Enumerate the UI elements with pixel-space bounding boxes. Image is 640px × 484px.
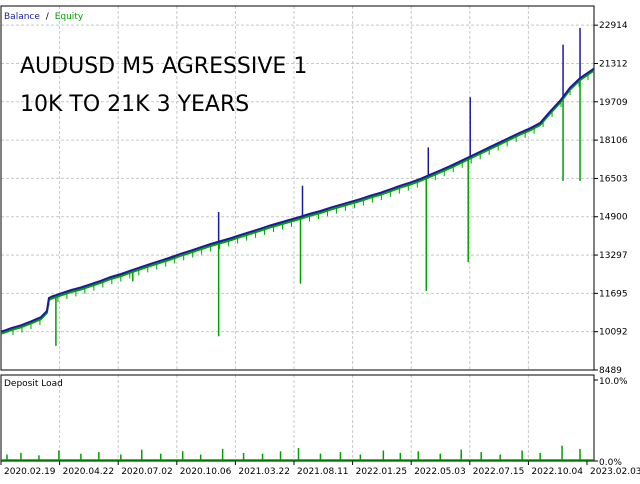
x-tick-label: 2022.10.04 (531, 467, 583, 477)
y-tick-label: 22914 (599, 21, 628, 31)
y-tick-label: 18106 (599, 136, 628, 146)
deposit-load-title: Deposit Load (4, 379, 63, 389)
strategy-tester-graph: 8489 10092 11695 13297 14900 16503 18106 19709 2… (0, 0, 640, 480)
y-tick-label: 19709 (599, 98, 628, 108)
annotation-line-1: AUDUSD M5 AGRESSIVE 1 (20, 54, 307, 79)
y-tick-label: 10092 (599, 328, 628, 338)
deposit-load-frame (0, 374, 595, 462)
deposit-load-series (1, 445, 594, 461)
x-tick-label: 2020.02.19 (4, 467, 56, 477)
deposit-load-tick-label: 10.0% (599, 377, 628, 387)
y-tick-label: 13297 (599, 251, 628, 261)
y-tick-label: 14900 (599, 213, 628, 223)
y-tick-label: 16503 (599, 174, 628, 184)
x-tick-label: 2022.05.03 (414, 467, 466, 477)
x-tick-label: 2021.08.11 (297, 467, 349, 477)
x-axis-tick-labels: 2020.02.19 2020.04.22 2020.07.02 2020.10.06… (0, 461, 640, 477)
legend-equity: Equity (55, 12, 84, 22)
annotation-line-2: 10K TO 21K 3 YEARS (20, 92, 249, 117)
x-tick-label: 2020.07.02 (121, 467, 173, 477)
svg-text:Balance / Equity: Balance / Equity (4, 12, 84, 22)
y-tick-label: 8489 (599, 366, 622, 376)
x-tick-label: 2022.07.15 (473, 467, 525, 477)
y-tick-label: 11695 (599, 289, 628, 299)
x-tick-label: 2020.04.22 (63, 467, 115, 477)
legend-balance: Balance (4, 12, 40, 22)
x-tick-label: 2023.02.03 (590, 467, 640, 477)
balance-equity-chart: 8489 10092 11695 13297 14900 16503 18106 19709 2… (0, 5, 640, 477)
y-axis-tick-labels: 8489 10092 11695 13297 14900 16503 18106 19709 2… (599, 21, 628, 468)
x-tick-label: 2022.01.25 (356, 467, 408, 477)
x-tick-label: 2020.10.06 (180, 467, 232, 477)
deposit-load-grid (59, 375, 598, 462)
legend-separator: / (46, 12, 50, 22)
y-tick-label: 21312 (599, 59, 628, 69)
x-tick-label: 2021.03.22 (238, 467, 290, 477)
